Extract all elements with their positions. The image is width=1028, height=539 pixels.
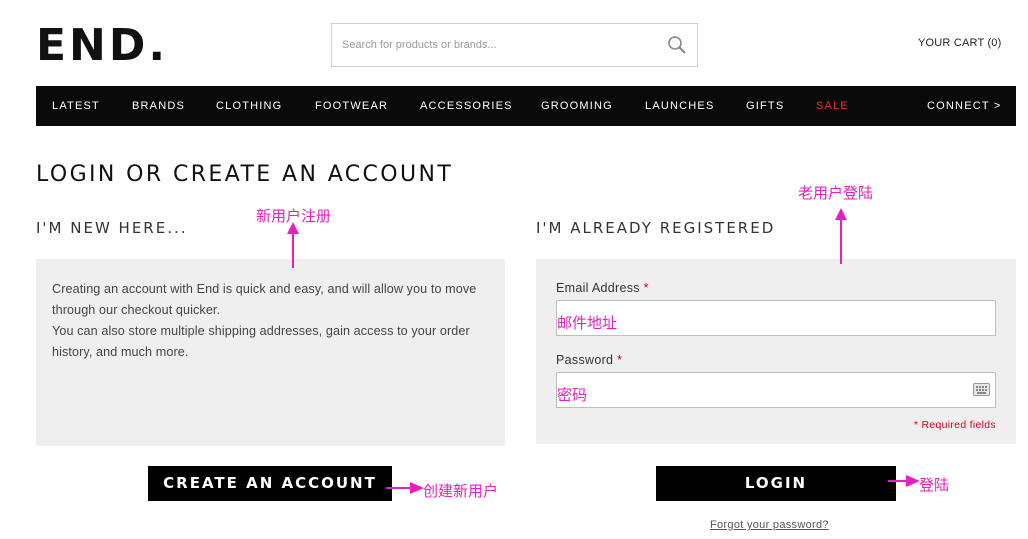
password-label: Password * <box>556 353 622 367</box>
new-customer-text-line1: Creating an account with End is quick an… <box>52 282 477 317</box>
registered-heading: I'M ALREADY REGISTERED <box>536 219 776 237</box>
search-icon[interactable] <box>667 35 687 55</box>
nav-item-footwear[interactable]: FOOTWEAR <box>315 86 388 126</box>
main-nav: LATEST BRANDS CLOTHING FOOTWEAR ACCESSOR… <box>36 86 1016 126</box>
email-label: Email Address * <box>556 281 649 295</box>
end-logo[interactable]: END. <box>36 22 168 70</box>
nav-item-connect[interactable]: CONNECT > <box>927 86 1001 126</box>
annotation-create-new-user: 创建新用户 <box>423 482 499 500</box>
nav-item-brands[interactable]: BRANDS <box>132 86 185 126</box>
password-required-marker: * <box>617 353 623 367</box>
search-input[interactable] <box>332 24 652 66</box>
nav-item-accessories[interactable]: ACCESSORIES <box>420 86 513 126</box>
new-customer-panel: Creating an account with End is quick an… <box>36 259 505 446</box>
email-field[interactable] <box>556 300 996 336</box>
cart-link[interactable]: YOUR CART (0) <box>918 37 1001 49</box>
arrow-up-icon <box>835 208 847 264</box>
new-customer-text: Creating an account with End is quick an… <box>52 279 498 363</box>
new-customer-heading: I'M NEW HERE... <box>36 219 188 237</box>
password-field[interactable] <box>556 372 996 408</box>
nav-item-grooming[interactable]: GROOMING <box>541 86 613 126</box>
login-button[interactable]: LOGIN <box>656 466 896 501</box>
search-bar[interactable] <box>331 23 698 67</box>
nav-item-sale[interactable]: SALE <box>816 86 849 126</box>
email-label-text: Email Address <box>556 281 640 295</box>
annotation-login: 登陆 <box>919 476 950 494</box>
password-input[interactable] <box>557 373 995 407</box>
create-account-button[interactable]: CREATE AN ACCOUNT <box>148 466 392 501</box>
keyboard-icon[interactable] <box>973 383 990 396</box>
password-label-text: Password <box>556 353 614 367</box>
arrow-up-icon <box>287 222 299 268</box>
annotation-old-user-login: 老用户登陆 <box>798 184 874 202</box>
nav-item-launches[interactable]: LAUNCHES <box>645 86 715 126</box>
nav-item-gifts[interactable]: GIFTS <box>746 86 784 126</box>
page-title: LOGIN OR CREATE AN ACCOUNT <box>36 162 454 187</box>
arrow-right-icon <box>386 482 424 494</box>
login-panel: Email Address * Password * * Required fi… <box>536 259 1016 444</box>
arrow-right-icon <box>888 475 920 487</box>
nav-item-latest[interactable]: LATEST <box>52 86 100 126</box>
forgot-password-link[interactable]: Forgot your password? <box>710 519 829 531</box>
email-input[interactable] <box>557 301 995 335</box>
new-customer-text-line2: You can also store multiple shipping add… <box>52 324 470 359</box>
required-fields-note: * Required fields <box>913 419 996 431</box>
nav-item-clothing[interactable]: CLOTHING <box>216 86 282 126</box>
email-required-marker: * <box>643 281 649 295</box>
